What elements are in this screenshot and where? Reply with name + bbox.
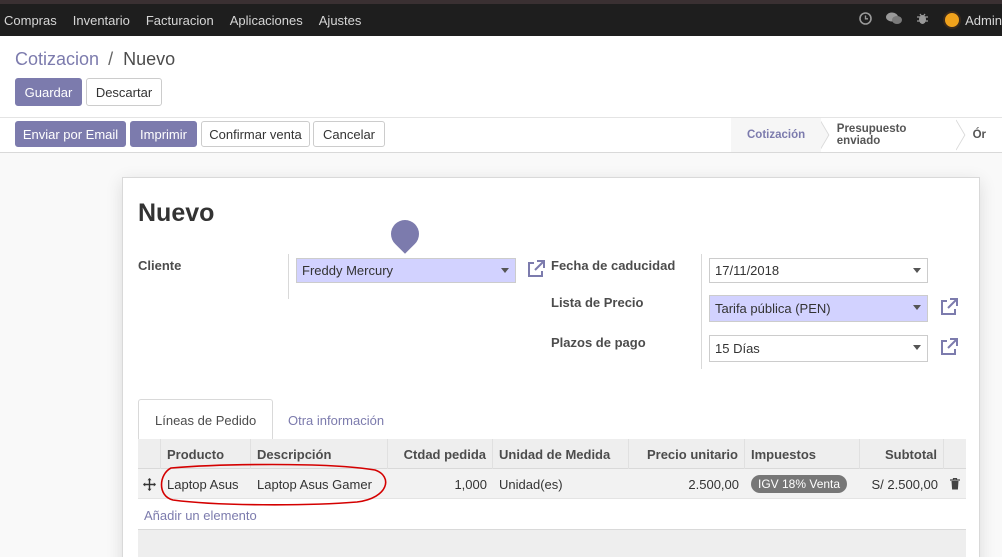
payment-terms-label: Plazos de pago (551, 335, 646, 350)
external-link-icon[interactable] (939, 297, 959, 317)
cell-unit-price[interactable]: 2.500,00 (629, 469, 745, 499)
chevron-down-icon (501, 268, 509, 273)
tab-other-info[interactable]: Otra información (272, 399, 400, 441)
stage-quotation[interactable]: Cotización (731, 118, 822, 152)
confirm-sale-button[interactable]: Confirmar venta (201, 121, 310, 147)
order-lines-table: Producto Descripción Ctdad pedida Unidad… (138, 439, 966, 499)
field-divider (701, 254, 702, 369)
discard-button[interactable]: Descartar (86, 78, 162, 106)
stage-label: Ór (972, 129, 986, 141)
stage-label: Presupuesto enviado (836, 123, 907, 147)
chat-icon[interactable] (886, 12, 903, 28)
cell-taxes[interactable]: IGV 18% Venta (745, 469, 860, 499)
control-panel: Cotizacion / Nuevo Guardar Descartar Env… (0, 36, 1002, 153)
column-header-product[interactable]: Producto (161, 439, 251, 469)
payment-terms-value: 15 Días (715, 341, 760, 356)
tax-badge: IGV 18% Venta (751, 475, 848, 493)
customer-select[interactable]: Freddy Mercury (296, 258, 516, 283)
pricelist-value: Tarifa pública (PEN) (715, 301, 831, 316)
notebook-tabs: Líneas de Pedido Otra información (138, 399, 966, 442)
map-pin-marker (385, 214, 425, 254)
systray: Admin (859, 4, 1002, 36)
stage-arrow (955, 119, 966, 151)
chevron-down-icon (913, 345, 921, 350)
page-title: Nuevo (138, 199, 215, 227)
table-row[interactable]: Laptop Asus Laptop Asus Gamer 1,000 Unid… (138, 469, 966, 499)
expiration-value: 17/11/2018 (715, 263, 780, 278)
column-header-description[interactable]: Descripción (251, 439, 388, 469)
customer-value: Freddy Mercury (302, 263, 394, 278)
cell-subtotal[interactable]: S/ 2.500,00 (860, 469, 944, 499)
chevron-down-icon (913, 305, 921, 310)
external-link-icon[interactable] (526, 259, 546, 279)
cancel-button[interactable]: Cancelar (313, 121, 385, 147)
expiration-label: Fecha de caducidad (551, 258, 676, 273)
column-header-taxes[interactable]: Impuestos (745, 439, 860, 469)
menu-item-aplicaciones[interactable]: Aplicaciones (230, 13, 303, 28)
table-header: Producto Descripción Ctdad pedida Unidad… (138, 439, 966, 469)
tab-order-lines[interactable]: Líneas de Pedido (138, 399, 274, 442)
bug-icon[interactable] (916, 12, 929, 28)
field-divider (288, 254, 289, 299)
external-link-icon[interactable] (939, 337, 959, 357)
expiration-date-field[interactable]: 17/11/2018 (709, 258, 928, 283)
form-sheet: Nuevo Cliente Freddy Mercury Fecha de ca… (122, 177, 980, 557)
customer-label: Cliente (138, 258, 182, 273)
payment-terms-select[interactable]: 15 Días (709, 335, 928, 362)
handle-column-header (138, 439, 161, 469)
cell-product[interactable]: Laptop Asus (161, 469, 251, 499)
menu-item-compras[interactable]: Compras (4, 13, 57, 28)
avatar[interactable] (943, 11, 962, 29)
pricelist-select[interactable]: Tarifa pública (PEN) (709, 295, 928, 322)
stage-arrow (820, 119, 830, 151)
column-header-subtotal[interactable]: Subtotal (860, 439, 944, 469)
breadcrumb-current: Nuevo (123, 49, 176, 69)
user-name[interactable]: Admin (965, 13, 1002, 28)
add-line-link[interactable]: Añadir un elemento (144, 508, 257, 523)
menu-item-ajustes[interactable]: Ajustes (319, 13, 362, 28)
breadcrumb: Cotizacion / Nuevo (15, 49, 175, 70)
pricelist-label: Lista de Precio (551, 295, 644, 310)
top-navbar: Compras Inventario Facturacion Aplicacio… (0, 0, 1002, 36)
stage-sale-order[interactable]: Ór (967, 118, 1002, 152)
cell-qty[interactable]: 1,000 (388, 469, 493, 499)
breadcrumb-separator: / (108, 49, 114, 69)
breadcrumb-parent[interactable]: Cotizacion (15, 49, 99, 69)
save-button[interactable]: Guardar (15, 78, 82, 106)
send-email-button[interactable]: Enviar por Email (15, 121, 126, 147)
clock-icon[interactable] (859, 12, 872, 28)
table-footer (138, 529, 966, 557)
column-header-unit-price[interactable]: Precio unitario (629, 439, 745, 469)
trash-icon[interactable] (944, 469, 966, 499)
column-header-qty[interactable]: Ctdad pedida (388, 439, 493, 469)
drag-handle-icon[interactable] (138, 469, 161, 499)
print-button[interactable]: Imprimir (130, 121, 197, 147)
cell-description[interactable]: Laptop Asus Gamer (251, 469, 388, 499)
stage-quotation-sent[interactable]: Presupuesto enviado (831, 118, 956, 152)
menu-item-facturacion[interactable]: Facturacion (146, 13, 214, 28)
stage-label: Cotización (747, 129, 806, 141)
cell-uom[interactable]: Unidad(es) (493, 469, 629, 499)
column-header-uom[interactable]: Unidad de Medida (493, 439, 629, 469)
status-bar: Cotización Presupuesto enviado Ór (731, 118, 1002, 152)
main-menu: Compras Inventario Facturacion Aplicacio… (0, 4, 373, 36)
chevron-down-icon (913, 268, 921, 273)
menu-item-inventario[interactable]: Inventario (73, 13, 130, 28)
